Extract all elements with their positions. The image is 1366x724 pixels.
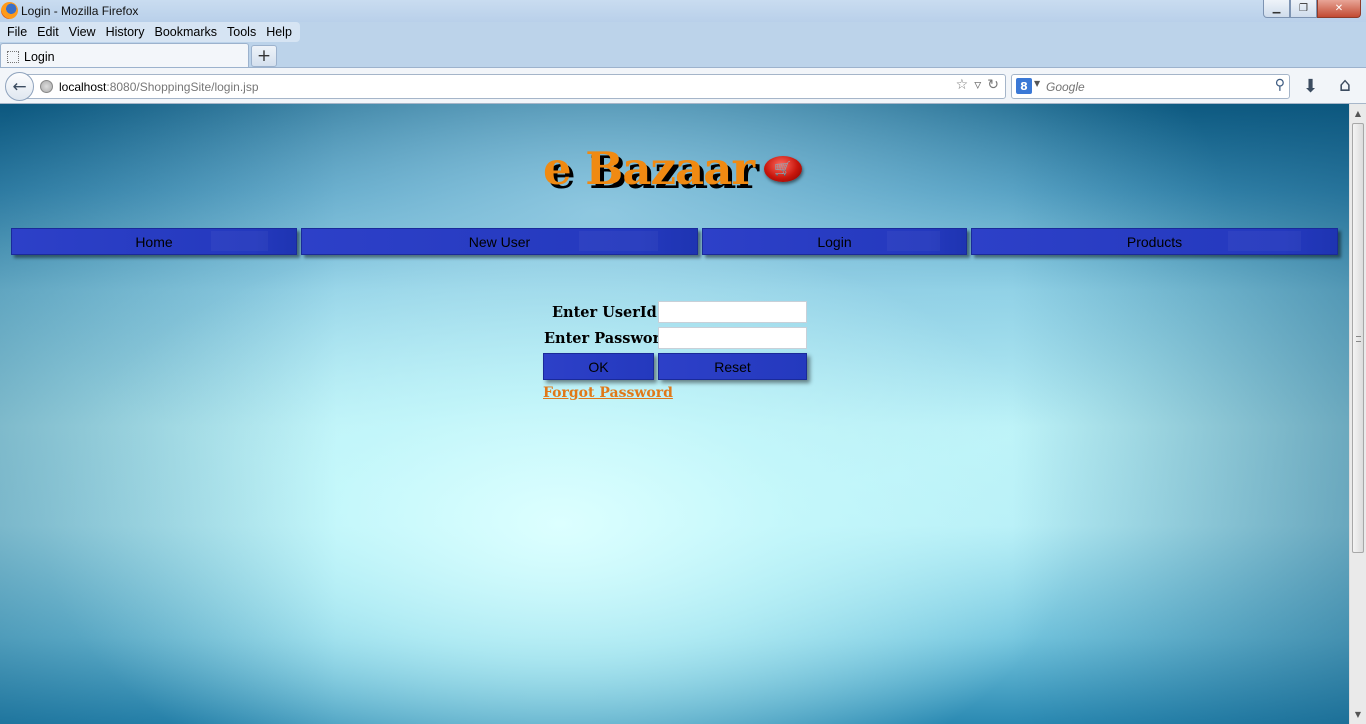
new-tab-button[interactable]: +: [251, 45, 277, 67]
url-bar[interactable]: localhost:8080/ShoppingSite/login.jsp ☆ …: [26, 74, 1006, 99]
scrollbar-grip: [1356, 336, 1361, 342]
window-controls: ▁ ❐ ✕: [1263, 0, 1361, 18]
nav-products[interactable]: Products: [971, 228, 1338, 255]
history-dropdown-icon[interactable]: ▿: [974, 77, 981, 93]
search-bar: 8 ▼ ⚲: [1011, 74, 1290, 99]
minimize-button[interactable]: ▁: [1263, 0, 1290, 18]
url-path: :8080/ShoppingSite/login.jsp: [106, 80, 259, 94]
shopping-cart-icon: 🛒: [764, 156, 802, 182]
site-title: e Bazaar: [543, 142, 755, 195]
download-icon[interactable]: ⬇: [1303, 76, 1318, 97]
restore-button[interactable]: ❐: [1290, 0, 1317, 18]
tab-strip: Login +: [0, 42, 1366, 69]
nav-login[interactable]: Login: [702, 228, 967, 255]
scroll-up-arrow-icon[interactable]: ▲: [1350, 105, 1366, 122]
menu-edit[interactable]: Edit: [32, 25, 64, 39]
scrollbar-thumb[interactable]: [1352, 123, 1364, 553]
reload-icon[interactable]: ↻: [987, 77, 999, 93]
menu-view[interactable]: View: [64, 25, 101, 39]
url-actions: ☆ ▿ ↻: [956, 77, 999, 93]
engine-dropdown-icon[interactable]: ▼: [1034, 79, 1040, 88]
scroll-down-arrow-icon[interactable]: ▼: [1350, 706, 1366, 723]
nav-home[interactable]: Home: [11, 228, 297, 255]
password-input[interactable]: [658, 327, 807, 349]
search-input[interactable]: [1046, 77, 1266, 96]
page-viewport: e Bazaar 🛒 Home New User Login Products …: [0, 104, 1349, 724]
navigation-toolbar: localhost:8080/ShoppingSite/login.jsp ☆ …: [0, 67, 1366, 104]
page-placeholder-icon: [7, 50, 19, 63]
url-host: localhost: [59, 80, 107, 94]
tab-label: Login: [24, 49, 55, 64]
search-go-icon[interactable]: ⚲: [1275, 77, 1285, 93]
password-label: Enter Password:: [544, 330, 676, 347]
firefox-logo-icon: [1, 2, 18, 19]
menu-help[interactable]: Help: [261, 25, 297, 39]
menu-tools[interactable]: Tools: [222, 25, 261, 39]
nav-new-user[interactable]: New User: [301, 228, 698, 255]
menubar: File Edit View History Bookmarks Tools H…: [0, 22, 300, 42]
close-button[interactable]: ✕: [1317, 0, 1361, 18]
globe-icon: [40, 80, 53, 93]
userid-input[interactable]: [658, 301, 807, 323]
bookmark-star-icon[interactable]: ☆: [956, 77, 969, 93]
vertical-scrollbar[interactable]: ▲ ▼: [1349, 104, 1366, 724]
home-icon[interactable]: ⌂: [1339, 74, 1351, 96]
site-nav: Home New User Login Products: [0, 228, 1349, 255]
google-engine-icon[interactable]: 8: [1016, 78, 1032, 94]
reset-button[interactable]: Reset: [658, 353, 807, 380]
menu-bookmarks[interactable]: Bookmarks: [149, 25, 222, 39]
forgot-password-link[interactable]: Forgot Password: [543, 385, 673, 401]
window-titlebar: Login - Mozilla Firefox ▁ ❐ ✕: [0, 0, 1366, 22]
userid-label: Enter UserId:: [552, 304, 663, 321]
menu-history[interactable]: History: [101, 25, 150, 39]
url-text: localhost:8080/ShoppingSite/login.jsp: [59, 80, 259, 94]
tab-login[interactable]: Login: [0, 43, 249, 69]
menu-file[interactable]: File: [2, 25, 32, 39]
window-title: Login - Mozilla Firefox: [21, 4, 139, 18]
ok-button[interactable]: OK: [543, 353, 654, 380]
back-button[interactable]: ←: [5, 72, 34, 101]
